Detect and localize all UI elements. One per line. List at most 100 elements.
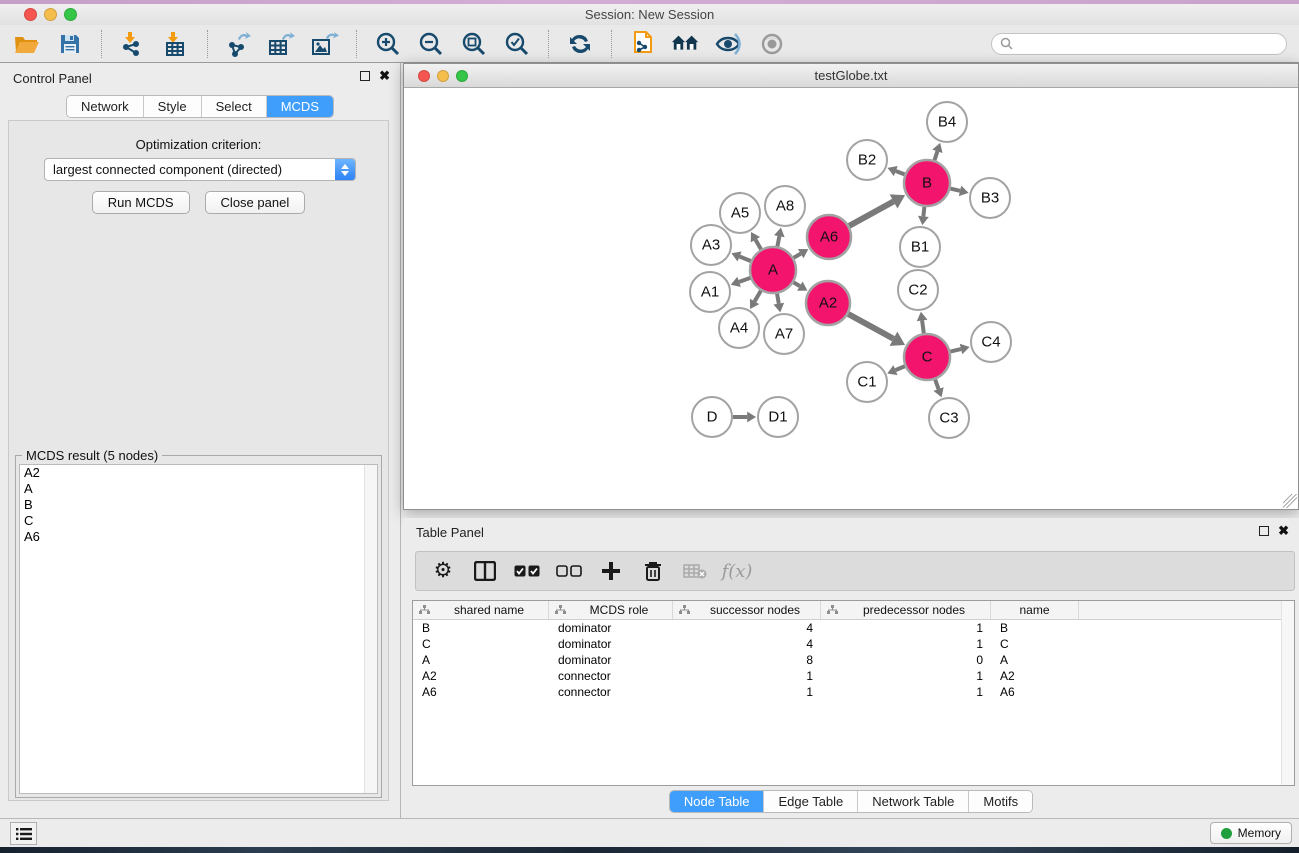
- resize-grip-icon[interactable]: [1283, 494, 1297, 508]
- graph-edge-B-B2[interactable]: [896, 171, 905, 174]
- graph-edge-A-A6[interactable]: [794, 254, 801, 258]
- export-network-icon[interactable]: [224, 29, 254, 59]
- cell-name[interactable]: A: [991, 652, 1079, 668]
- import-table-icon[interactable]: [161, 29, 191, 59]
- column-header-successor-nodes[interactable]: successor nodes: [673, 601, 821, 619]
- apply-layout-icon[interactable]: [565, 29, 595, 59]
- cell-successor-nodes[interactable]: 4: [673, 636, 821, 652]
- cell-predecessor-nodes[interactable]: 1: [821, 668, 991, 684]
- tab-style[interactable]: Style: [144, 96, 202, 117]
- cell-shared-name[interactable]: A2: [413, 668, 549, 684]
- column-header-mcds-role[interactable]: MCDS role: [549, 601, 673, 619]
- graph-edge-B-B1[interactable]: [923, 207, 924, 217]
- cell-successor-nodes[interactable]: 8: [673, 652, 821, 668]
- graph-edge-A6-B[interactable]: [849, 201, 893, 225]
- cell-name[interactable]: A2: [991, 668, 1079, 684]
- table-row-a6[interactable]: A6connector11A6: [413, 684, 1294, 700]
- cell-successor-nodes[interactable]: 4: [673, 620, 821, 636]
- cell-predecessor-nodes[interactable]: 1: [821, 620, 991, 636]
- network-from-document-icon[interactable]: [628, 29, 658, 59]
- tab-network[interactable]: Network: [67, 96, 144, 117]
- result-item-b[interactable]: B: [20, 497, 377, 513]
- tab-mcds[interactable]: MCDS: [267, 96, 333, 117]
- cell-predecessor-nodes[interactable]: 0: [821, 652, 991, 668]
- zoom-fit-icon[interactable]: [459, 29, 489, 59]
- delete-column-trash-icon[interactable]: [640, 558, 666, 584]
- home-icon[interactable]: [671, 29, 701, 59]
- cell-mcds-role[interactable]: connector: [549, 668, 673, 684]
- graph-edge-A-A5[interactable]: [755, 240, 761, 250]
- deselect-all-columns-icon[interactable]: [556, 558, 582, 584]
- tab-motifs[interactable]: Motifs: [969, 791, 1032, 812]
- result-item-a[interactable]: A: [20, 481, 377, 497]
- column-header-shared-name[interactable]: shared name: [413, 601, 549, 619]
- graph-edge-C-C3[interactable]: [935, 380, 938, 389]
- float-panel-icon[interactable]: [360, 71, 370, 81]
- tab-edge-table[interactable]: Edge Table: [764, 791, 858, 812]
- result-item-a2[interactable]: A2: [20, 465, 377, 481]
- cell-successor-nodes[interactable]: 1: [673, 668, 821, 684]
- export-image-icon[interactable]: [310, 29, 340, 59]
- cell-name[interactable]: A6: [991, 684, 1079, 700]
- cell-shared-name[interactable]: A: [413, 652, 549, 668]
- memory-button[interactable]: Memory: [1210, 822, 1292, 844]
- toggle-graphics-details-icon[interactable]: [714, 29, 744, 59]
- table-row-a[interactable]: Adominator80A: [413, 652, 1294, 668]
- zoom-out-icon[interactable]: [416, 29, 446, 59]
- cell-shared-name[interactable]: B: [413, 620, 549, 636]
- cell-shared-name[interactable]: C: [413, 636, 549, 652]
- graph-edge-A2-C[interactable]: [848, 314, 893, 339]
- tab-network-table[interactable]: Network Table: [858, 791, 969, 812]
- column-header-name[interactable]: name: [991, 601, 1079, 619]
- table-row-a2[interactable]: A2connector11A2: [413, 668, 1294, 684]
- close-table-panel-icon[interactable]: ✖: [1278, 526, 1289, 536]
- result-item-c[interactable]: C: [20, 513, 377, 529]
- export-table-icon[interactable]: [267, 29, 297, 59]
- show-columns-icon[interactable]: [472, 558, 498, 584]
- mcds-result-list[interactable]: A2ABCA6: [19, 464, 378, 794]
- column-header-predecessor-nodes[interactable]: predecessor nodes: [821, 601, 991, 619]
- cell-mcds-role[interactable]: connector: [549, 684, 673, 700]
- result-item-a6[interactable]: A6: [20, 529, 377, 545]
- run-mcds-button[interactable]: Run MCDS: [92, 191, 190, 214]
- float-table-panel-icon[interactable]: [1259, 526, 1269, 536]
- cell-mcds-role[interactable]: dominator: [549, 652, 673, 668]
- cell-predecessor-nodes[interactable]: 1: [821, 636, 991, 652]
- cell-mcds-role[interactable]: dominator: [549, 620, 673, 636]
- graph-edge-A-A8[interactable]: [777, 236, 779, 246]
- search-input[interactable]: [1018, 37, 1278, 51]
- graph-edge-A-A7[interactable]: [777, 294, 779, 304]
- cell-name[interactable]: B: [991, 620, 1079, 636]
- graph-edge-B-B4[interactable]: [934, 151, 937, 160]
- show-hide-icon[interactable]: [757, 29, 787, 59]
- graph-edge-C-C4[interactable]: [950, 349, 961, 351]
- cell-name[interactable]: C: [991, 636, 1079, 652]
- cell-shared-name[interactable]: A6: [413, 684, 549, 700]
- select-all-columns-icon[interactable]: [514, 558, 540, 584]
- open-session-icon[interactable]: [12, 29, 42, 59]
- table-scrollbar[interactable]: [1281, 601, 1294, 785]
- tab-select[interactable]: Select: [202, 96, 267, 117]
- table-row-c[interactable]: Cdominator41C: [413, 636, 1294, 652]
- save-session-icon[interactable]: [55, 29, 85, 59]
- table-settings-gear-icon[interactable]: ⚙: [430, 558, 456, 584]
- import-network-icon[interactable]: [118, 29, 148, 59]
- task-history-button[interactable]: [10, 822, 37, 845]
- create-column-plus-icon[interactable]: [598, 558, 624, 584]
- cell-mcds-role[interactable]: dominator: [549, 636, 673, 652]
- tab-node-table[interactable]: Node Table: [670, 791, 765, 812]
- cell-predecessor-nodes[interactable]: 1: [821, 684, 991, 700]
- criterion-dropdown[interactable]: largest connected component (directed): [44, 158, 356, 181]
- graph-edge-A-A1[interactable]: [739, 278, 750, 282]
- zoom-in-icon[interactable]: [373, 29, 403, 59]
- toolbar-search-box[interactable]: [991, 33, 1287, 55]
- network-canvas[interactable]: B4B2BB3A5A8A6A3B1AC2A1A2A4A7C4CC1DD1C3: [404, 88, 1298, 509]
- graph-edge-A-A4[interactable]: [755, 291, 761, 302]
- graph-edge-C-C1[interactable]: [895, 366, 904, 370]
- result-list-scrollbar[interactable]: [364, 465, 377, 793]
- close-panel-button[interactable]: Close panel: [205, 191, 306, 214]
- cell-successor-nodes[interactable]: 1: [673, 684, 821, 700]
- table-row-b[interactable]: Bdominator41B: [413, 620, 1294, 636]
- graph-edge-A-A3[interactable]: [740, 257, 751, 262]
- close-panel-icon[interactable]: ✖: [379, 71, 390, 81]
